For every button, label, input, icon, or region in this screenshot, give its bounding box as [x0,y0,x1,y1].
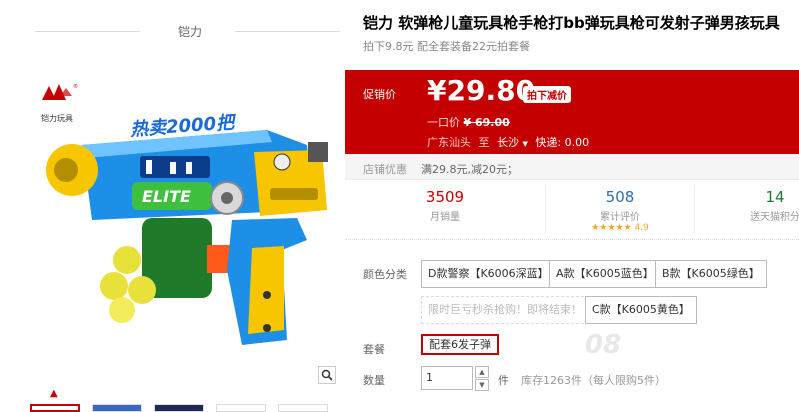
original-price: 一口价 ¥ 69.00 [427,114,510,130]
package-option-selected[interactable]: 配套6发子弹 [421,334,499,355]
chevron-down-icon: ▼ [522,140,528,148]
shipping-fee: 0.00 [564,136,590,149]
ship-from: 广东汕头 [427,136,471,149]
stat-label: 月销量 [430,212,460,223]
sku-option[interactable]: D款警察【K6006深蓝】 [421,260,556,288]
rating-score: 4.9 [634,223,649,233]
shipping-fee-label: 快递: [535,136,562,149]
divider [35,31,140,32]
points-stat: 14 送天猫积分 [710,186,799,234]
promotion-text: 满29.8元,减20元； [421,163,518,176]
stock-info: 库存1263件（每人限购5件） [521,374,666,387]
thumbnail-scroll-up-icon[interactable]: ▲ [50,388,58,399]
product-title: 铠力 软弹枪儿童玩具枪手枪打bb弹玩具枪可发射子弹男孩玩具 [363,14,780,32]
star-icons: ★★★★★ [591,223,632,233]
toy-gun-illustration: 热卖2000把 ELITE [46,112,328,345]
sku-option[interactable]: A款【K6005蓝色】 [549,260,661,288]
zoom-button[interactable] [318,366,336,384]
thumbnail[interactable] [278,404,328,412]
thumbnail-strip [30,404,328,412]
product-info-panel: 铠力 软弹枪儿童玩具枪手枪打bb弹玩具枪可发射子弹男孩玩具 拍下9.8元 配全套… [345,0,799,412]
product-gallery: 铠力 ® 铠力玩具 热卖2000把 ELITE ▲ [0,0,345,412]
brand-header: 铠力 [20,20,340,42]
currency-symbol: ¥ [427,74,447,107]
price-value: 29.80 [446,74,536,107]
price-label: 促销价 [363,88,396,101]
brand-name[interactable]: 铠力 [160,23,220,40]
quantity-decrease-button[interactable]: ▼ [475,379,489,391]
quantity-label: 数量 [363,374,385,387]
store-promotion-row: 店铺优惠 满29.8元,减20元； [345,154,799,180]
stats-row: 3509 月销量 508 累计评价 ★★★★★ 4.9 14 送天猫积分 [345,186,799,240]
divider [235,31,340,32]
rating-stars: ★★★★★ 4.9 [546,223,694,233]
magnifier-icon [321,369,333,381]
package-label: 套餐 [363,343,385,356]
original-price-label: 一口价 [427,116,460,129]
promotion-label: 店铺优惠 [363,163,407,176]
stat-value: 3509 [425,188,465,206]
original-price-value: ¥ 69.00 [463,116,510,129]
shipping-row: 广东汕头 至 长沙 ▼ 快递: 0.00 [427,134,589,150]
stat-value: 508 [605,188,635,206]
ship-to-word: 至 [478,136,490,149]
image-elite-label: ELITE [142,187,191,206]
quantity-unit: 件 [498,374,509,387]
product-subtitle: 拍下9.8元 配全套装备22元拍套餐 [363,40,530,53]
price-panel: 促销价 ¥29.80 拍下减价 一口价 ¥ 69.00 广东汕头 至 长沙 ▼ … [345,70,799,154]
quantity-input[interactable]: 1 [421,366,473,390]
sku-option[interactable]: B款【K6005绿色】 [655,260,767,288]
chevron-down-icon: ▼ [479,381,485,389]
stat-label: 送天猫积分 [750,212,799,223]
sku-option[interactable]: C款【K6005黄色】 [585,296,697,324]
color-label: 颜色分类 [363,268,407,281]
promo-price: ¥29.80 [427,74,535,107]
price-badge: 拍下减价 [523,86,571,103]
sku-option-disabled: 限时巨亏秒杀抢购！即将结束！ [421,296,589,324]
ship-destination: 长沙 [497,136,519,149]
stat-label: 累计评价 [600,212,640,223]
reviews-stat[interactable]: 508 累计评价 ★★★★★ 4.9 [545,186,695,234]
watermark: 08 [585,330,622,360]
thumbnail[interactable] [154,404,204,412]
ship-destination-select[interactable]: 长沙 ▼ [497,136,528,149]
quantity-increase-button[interactable]: ▲ [475,366,489,378]
monthly-sales-stat: 3509 月销量 [380,186,510,234]
thumbnail[interactable] [30,404,80,412]
thumbnail[interactable] [216,404,266,412]
main-product-image[interactable]: ® 铠力玩具 热卖2000把 ELITE [22,70,340,388]
chevron-up-icon: ▲ [479,368,485,376]
stat-value: 14 [765,188,785,206]
thumbnail[interactable] [92,404,142,412]
